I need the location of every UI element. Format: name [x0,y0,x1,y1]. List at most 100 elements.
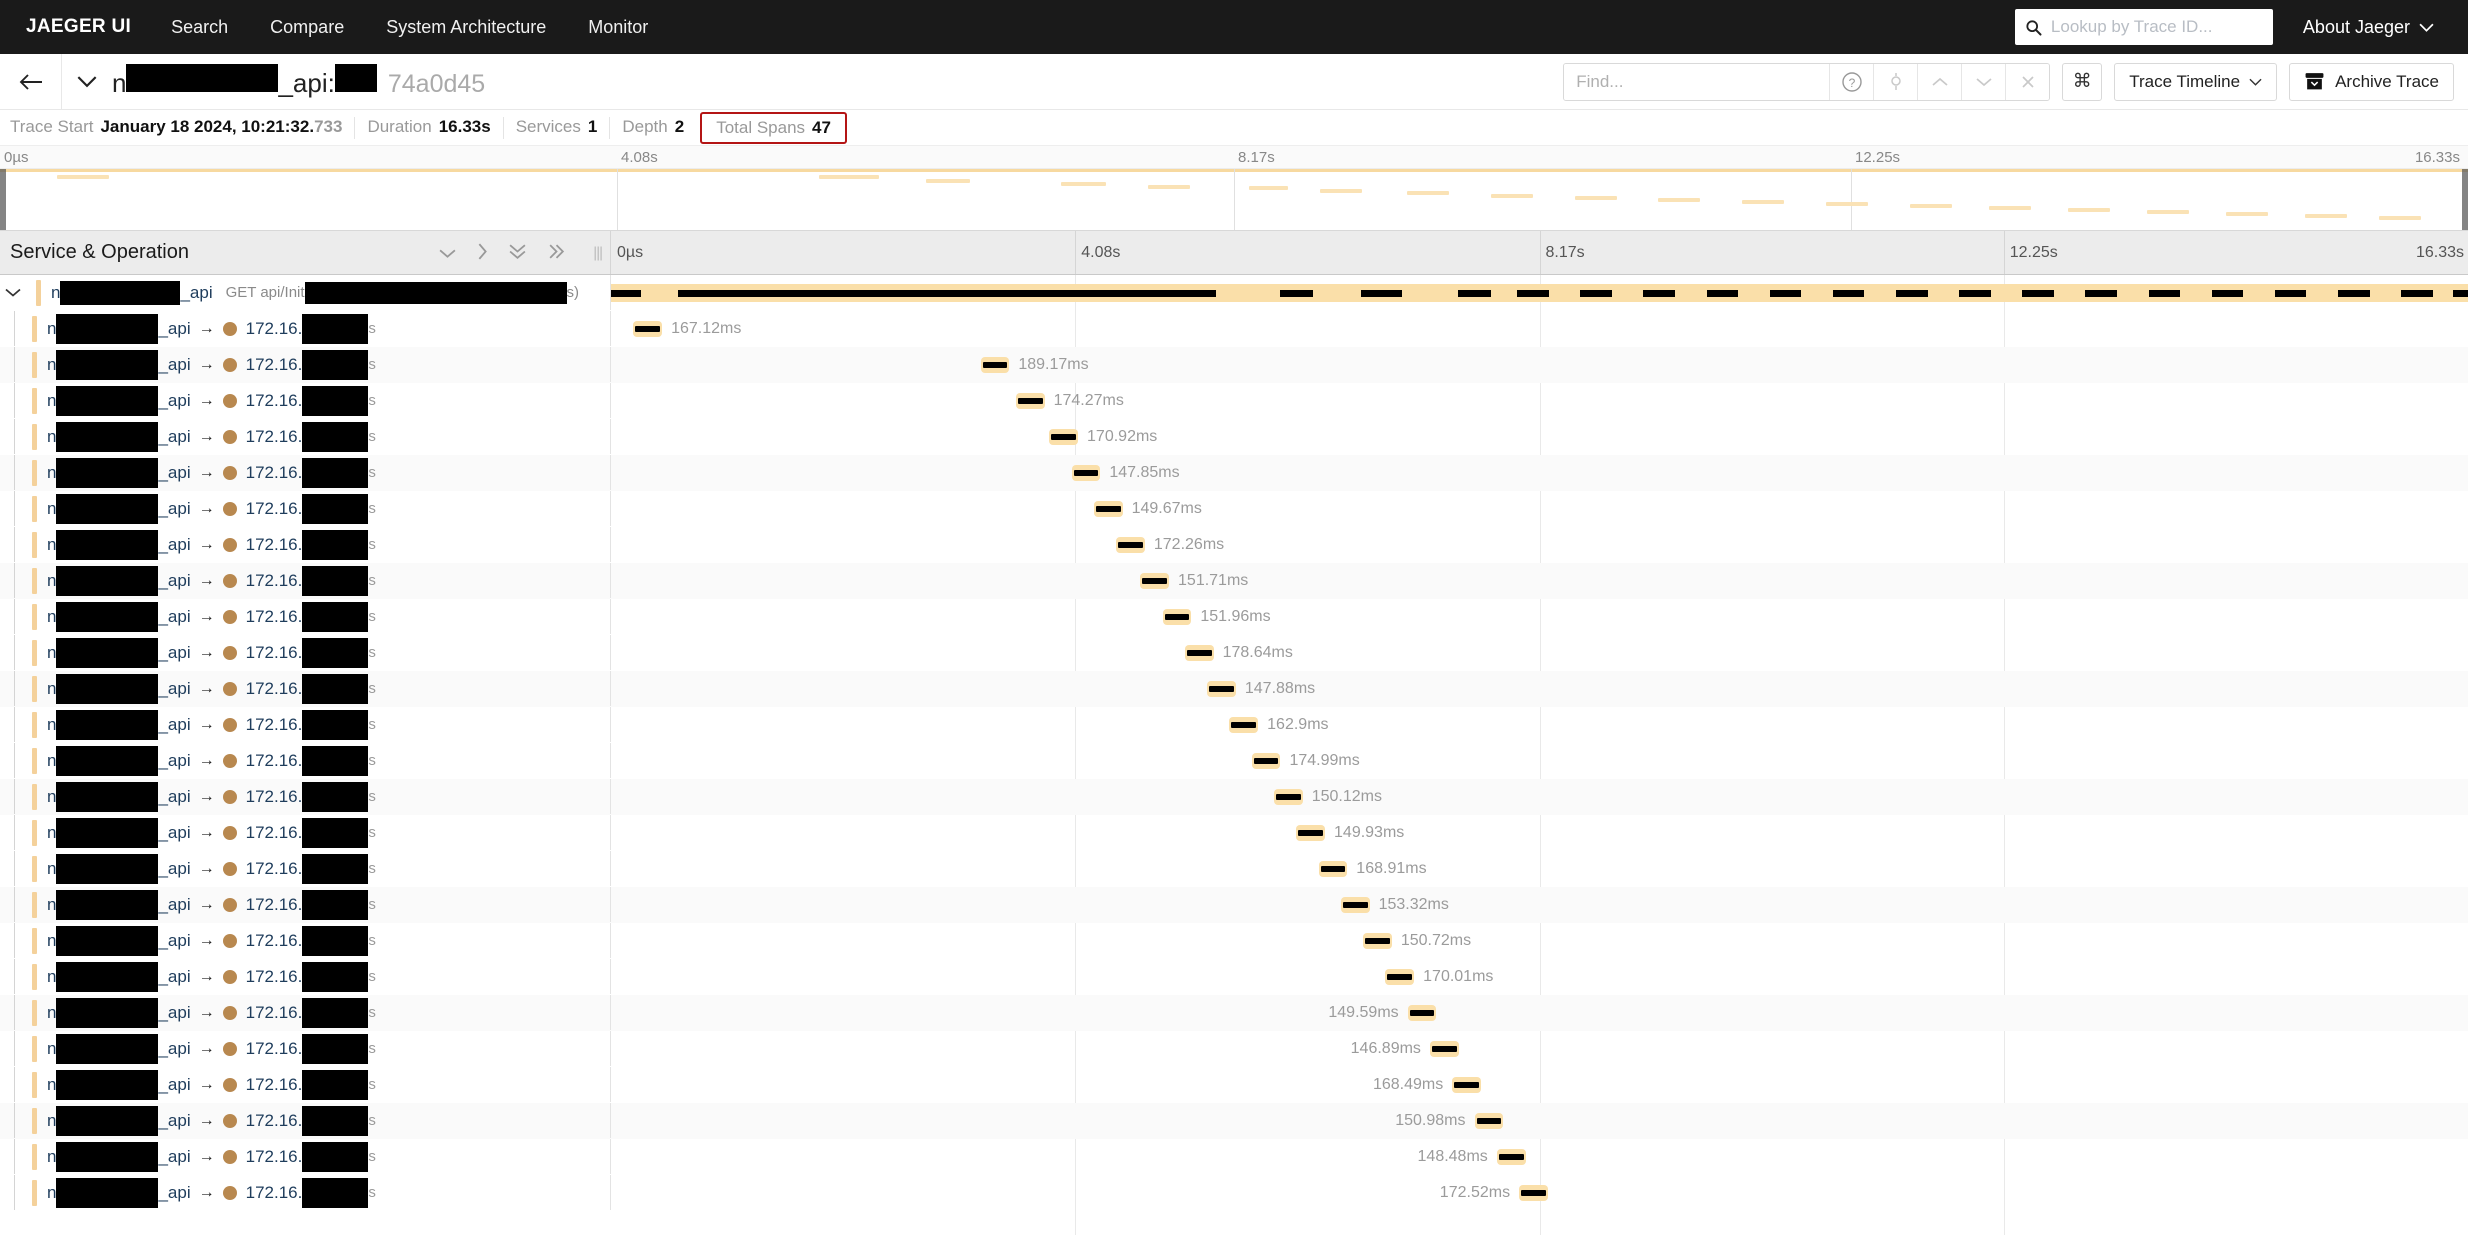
span-bar-cell[interactable]: 150.98ms [611,1103,2468,1138]
nav-link-search[interactable]: Search [171,17,228,38]
minimap-drag-handle-right[interactable] [2462,169,2468,230]
span-bar-cell[interactable]: 149.67ms [611,491,2468,526]
trace-minimap[interactable]: 0µs 4.08s 8.17s 12.25s 16.33s [0,146,2468,231]
span-bar[interactable] [980,357,1010,373]
span-bar-cell[interactable]: 153.32ms [611,887,2468,922]
span-name-cell[interactable]: n _api → 172.16. s [0,419,611,454]
span-bar-cell[interactable]: 151.96ms [611,599,2468,634]
span-bar[interactable] [1385,969,1415,985]
span-name-cell[interactable]: n _api → 172.16. s [0,347,611,382]
span-bar-cell[interactable]: 146.89ms [611,1031,2468,1066]
span-bar[interactable] [1340,897,1370,913]
span-bar-cell[interactable]: 170.01ms [611,959,2468,994]
archive-trace-button[interactable]: Archive Trace [2289,62,2454,101]
span-bar[interactable] [1251,753,1281,769]
span-bar[interactable] [1049,429,1079,445]
span-bar[interactable] [1474,1113,1504,1129]
span-name-cell[interactable]: n _api → 172.16. s [0,635,611,670]
span-row[interactable]: n _api → 172.16. s 147.88ms [0,671,2468,707]
view-mode-select[interactable]: Trace Timeline [2114,62,2278,101]
span-name-cell[interactable]: n _api → 172.16. s [0,455,611,490]
span-bar[interactable] [1229,717,1259,733]
span-bar[interactable] [1140,573,1170,589]
span-name-cell[interactable]: n _api → 172.16. s [0,887,611,922]
span-row[interactable]: n _api → 172.16. s 178.64ms [0,635,2468,671]
span-row[interactable]: n _api → 172.16. s 168.49ms [0,1067,2468,1103]
span-bar[interactable] [1496,1149,1526,1165]
clear-search-button[interactable] [2005,63,2050,100]
span-name-cell[interactable]: n _api → 172.16. s [0,851,611,886]
span-name-cell[interactable]: n _api → 172.16. s [0,563,611,598]
span-row[interactable]: n _api → 172.16. s 149.93ms [0,815,2468,851]
span-bar[interactable] [1162,609,1192,625]
span-row[interactable]: n _api → 172.16. s 174.27ms [0,383,2468,419]
span-bar[interactable] [1273,789,1303,805]
next-match-button[interactable] [1961,63,2006,100]
span-expand-toggle[interactable] [0,287,26,298]
span-bar[interactable] [1071,465,1101,481]
focus-match-button[interactable] [1873,63,1918,100]
span-name-cell[interactable]: n _api → 172.16. s [0,1103,611,1138]
span-bar-cell[interactable]: 162.9ms [611,707,2468,742]
expand-all-button[interactable] [547,242,566,264]
span-bar-cell[interactable]: 170.92ms [611,419,2468,454]
keyboard-shortcuts-button[interactable]: ⌘ [2062,62,2103,101]
span-row[interactable]: n _api → 172.16. s 189.17ms [0,347,2468,383]
jaeger-brand-logo[interactable]: JAEGER UI [26,16,131,38]
collapse-all-button[interactable] [508,242,527,264]
span-bar-cell[interactable]: 150.12ms [611,779,2468,814]
span-bar-cell[interactable]: 174.27ms [611,383,2468,418]
back-button[interactable] [0,54,62,109]
expand-one-button[interactable] [477,242,488,264]
span-bar-cell[interactable]: 147.85ms [611,455,2468,490]
span-bar-cell[interactable]: 147.88ms [611,671,2468,706]
trace-id-lookup-input[interactable] [2048,16,2263,38]
span-bar[interactable] [1407,1005,1437,1021]
span-name-cell[interactable]: n _api → 172.16. s [0,707,611,742]
nav-link-compare[interactable]: Compare [270,17,344,38]
span-row[interactable]: n _api → 172.16. s 170.01ms [0,959,2468,995]
span-row[interactable]: n _api → 172.16. s 149.59ms [0,995,2468,1031]
find-help-button[interactable]: ? [1829,63,1874,100]
span-row[interactable]: n _api → 172.16. s 150.12ms [0,779,2468,815]
previous-match-button[interactable] [1917,63,1962,100]
span-name-cell[interactable]: n _api → 172.16. s [0,995,611,1030]
nav-link-system-architecture[interactable]: System Architecture [386,17,546,38]
span-bar[interactable] [1184,645,1214,661]
span-name-cell[interactable]: n _api → 172.16. s [0,743,611,778]
minimap-drag-handle-left[interactable] [0,169,6,230]
span-bar[interactable] [1207,681,1236,697]
span-row[interactable]: n _api → 172.16. s 149.67ms [0,491,2468,527]
span-row[interactable]: n _api → 172.16. s 150.72ms [0,923,2468,959]
span-row[interactable]: n _api → 172.16. s 146.89ms [0,1031,2468,1067]
span-bar-cell[interactable]: 168.49ms [611,1067,2468,1102]
span-row-root[interactable]: n _api GET api/Init s) [0,275,2468,311]
span-row[interactable]: n _api → 172.16. s 172.52ms [0,1175,2468,1211]
span-row[interactable]: n _api → 172.16. s 151.96ms [0,599,2468,635]
span-name-cell[interactable]: n _api → 172.16. s [0,923,611,958]
span-bar-cell[interactable]: 189.17ms [611,347,2468,382]
span-name-cell[interactable]: n _api → 172.16. s [0,1067,611,1102]
about-jaeger-menu[interactable]: About Jaeger [2303,17,2434,38]
trace-id-lookup[interactable] [2014,9,2273,45]
span-row[interactable]: n _api → 172.16. s 153.32ms [0,887,2468,923]
span-bar-cell[interactable]: 149.59ms [611,995,2468,1030]
span-rows-area[interactable]: n _api GET api/Init s) n _api → 172.16. s 167.12m… [0,275,2468,1235]
span-bar[interactable] [1519,1185,1548,1201]
trace-detail-toggle[interactable] [62,54,112,109]
span-name-cell[interactable]: n _api → 172.16. s [0,311,611,346]
span-bar[interactable] [1015,393,1045,409]
span-name-cell[interactable]: n _api → 172.16. s [0,1031,611,1066]
span-row[interactable]: n _api → 172.16. s 170.92ms [0,419,2468,455]
span-bar[interactable] [1429,1041,1459,1057]
span-bar-cell[interactable]: 151.71ms [611,563,2468,598]
minimap-canvas[interactable] [0,168,2468,230]
span-row[interactable]: n _api → 172.16. s 162.9ms [0,707,2468,743]
span-row[interactable]: n _api → 172.16. s 147.85ms [0,455,2468,491]
span-bar-cell[interactable] [611,275,2468,310]
span-bar[interactable] [1452,1077,1481,1093]
span-bar[interactable] [1363,933,1392,949]
span-bar[interactable] [1296,825,1325,841]
span-bar[interactable] [1318,861,1348,877]
span-bar-cell[interactable]: 149.93ms [611,815,2468,850]
